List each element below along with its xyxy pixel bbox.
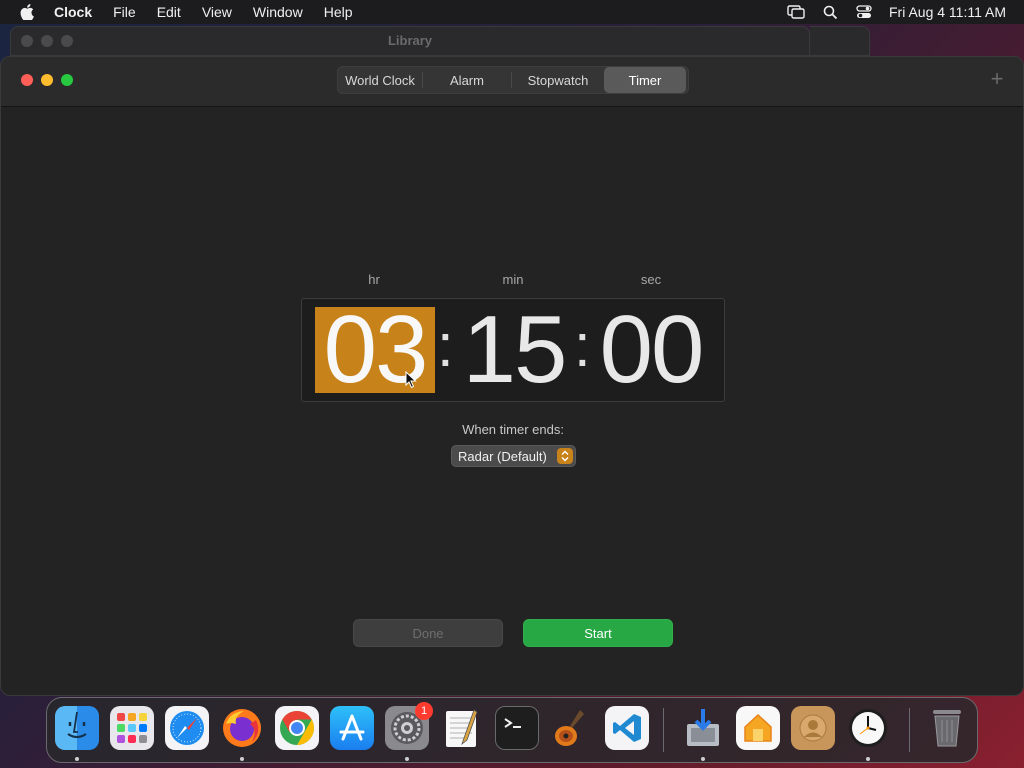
tab-world-clock[interactable]: World Clock (338, 67, 422, 93)
time-separator: : (574, 312, 591, 379)
menu-edit[interactable]: Edit (157, 4, 181, 20)
finder-icon[interactable] (55, 706, 99, 750)
when-timer-ends-label: When timer ends: (462, 422, 564, 437)
close-button[interactable] (21, 74, 33, 86)
running-indicator (701, 757, 705, 761)
garageband-icon[interactable] (550, 706, 594, 750)
zoom-button[interactable] (61, 74, 73, 86)
chrome-icon[interactable] (275, 706, 319, 750)
spotlight-search-icon[interactable] (819, 3, 841, 21)
tab-timer[interactable]: Timer (604, 67, 686, 93)
background-window-title: Library (387, 33, 433, 48)
start-button[interactable]: Start (523, 619, 673, 647)
sound-popup-button[interactable]: Radar (Default) (451, 445, 576, 467)
hours-label: hr (368, 272, 380, 287)
app-store-icon[interactable] (330, 706, 374, 750)
running-indicator (240, 757, 244, 761)
add-button[interactable]: + (987, 68, 1007, 90)
firefox-icon[interactable] (220, 706, 264, 750)
minimize-button[interactable] (41, 74, 53, 86)
done-button[interactable]: Done (353, 619, 503, 647)
window-toolbar: World Clock Alarm Stopwatch Timer + (1, 57, 1023, 107)
timer-content: hr min sec 03 : 15 : 00 When timer ends:… (1, 107, 1023, 697)
home-icon[interactable] (736, 706, 780, 750)
tab-segmented-control: World Clock Alarm Stopwatch Timer (337, 66, 689, 94)
background-window-edge (810, 26, 870, 56)
installer-icon[interactable] (681, 706, 725, 750)
notification-badge: 1 (415, 702, 433, 720)
hours-field[interactable]: 03 (315, 302, 435, 398)
minutes-field[interactable]: 15 (454, 302, 574, 398)
menu-help[interactable]: Help (324, 4, 353, 20)
tab-stopwatch[interactable]: Stopwatch (512, 67, 604, 93)
popup-chevrons-icon (557, 448, 573, 464)
menu-app-name[interactable]: Clock (54, 4, 92, 20)
dock-separator (663, 708, 664, 752)
seconds-field[interactable]: 00 (591, 302, 711, 398)
terminal-icon[interactable] (495, 706, 539, 750)
time-separator: : (437, 312, 454, 379)
safari-icon[interactable] (165, 706, 209, 750)
running-indicator (405, 757, 409, 761)
timer-duration-field[interactable]: 03 : 15 : 00 (301, 298, 725, 402)
vscode-icon[interactable] (605, 706, 649, 750)
running-indicator (866, 757, 870, 761)
running-indicator (75, 757, 79, 761)
sound-value: Radar (Default) (458, 448, 547, 464)
window-controls (21, 74, 73, 86)
dock: 1 (46, 697, 978, 763)
menu-bar: Clock File Edit View Window Help Fri Aug… (0, 0, 1024, 24)
clock-icon[interactable] (846, 706, 890, 750)
mouse-pointer-icon (405, 370, 417, 389)
minutes-label: min (502, 272, 524, 287)
menubar-clock[interactable]: Fri Aug 4 11:11 AM (889, 4, 1006, 20)
screen-mirroring-icon[interactable] (785, 3, 807, 21)
seconds-label: sec (640, 272, 662, 287)
apple-icon[interactable] (18, 3, 36, 21)
dock-separator (909, 708, 910, 752)
launchpad-icon[interactable] (110, 706, 154, 750)
clock-window: World Clock Alarm Stopwatch Timer + hr m… (0, 56, 1024, 696)
background-window[interactable]: Library (10, 26, 810, 56)
contacts-icon[interactable] (791, 706, 835, 750)
menu-file[interactable]: File (113, 4, 136, 20)
menu-window[interactable]: Window (253, 4, 303, 20)
textedit-icon[interactable] (440, 706, 484, 750)
menu-view[interactable]: View (202, 4, 232, 20)
control-center-icon[interactable] (853, 3, 875, 21)
trash-icon[interactable] (925, 706, 969, 750)
tab-alarm[interactable]: Alarm (423, 67, 511, 93)
